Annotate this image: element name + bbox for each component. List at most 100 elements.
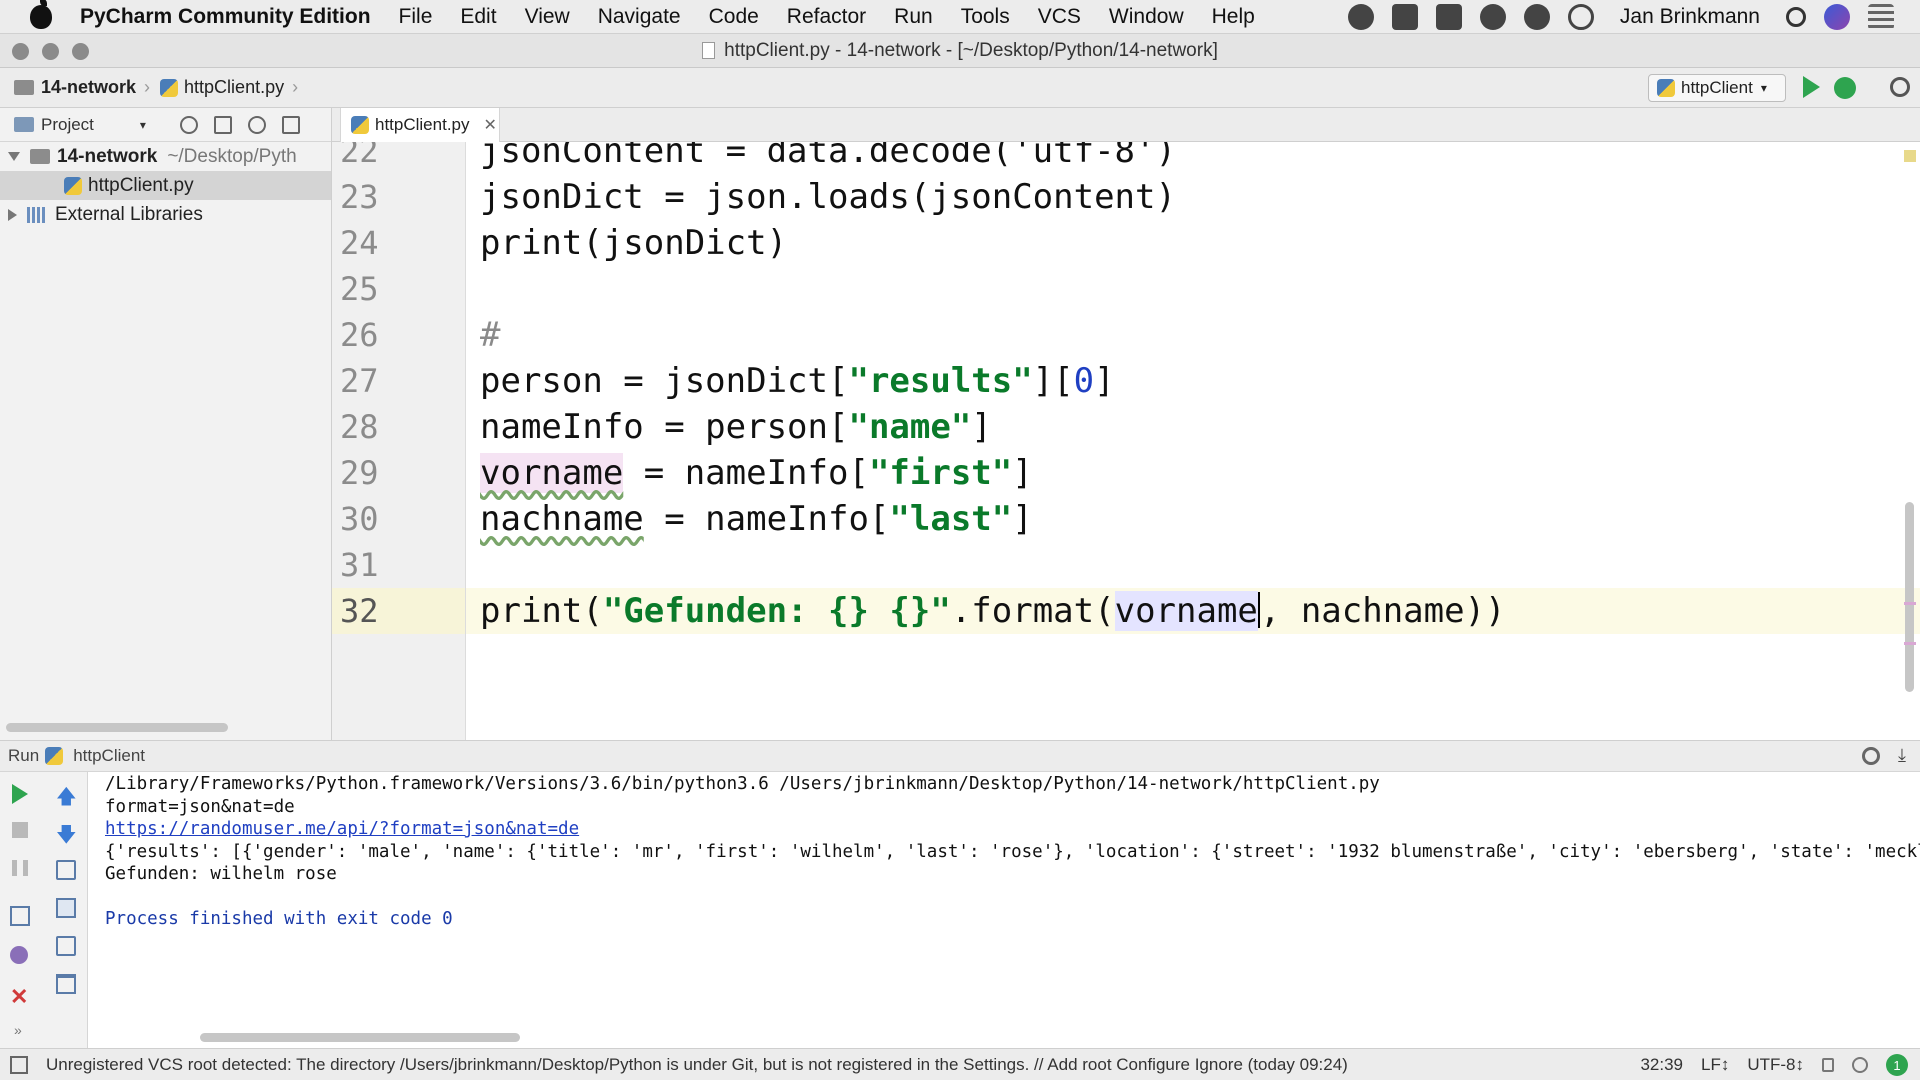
run-config-tab[interactable]: httpClient [73, 746, 145, 766]
menu-run[interactable]: Run [894, 5, 933, 29]
down-arrow-icon[interactable]: 🡇 [56, 820, 77, 846]
project-horizontal-scrollbar[interactable] [6, 723, 228, 732]
console-exit-line: Process finished with exit code 0 [105, 909, 453, 929]
run-configuration-select[interactable]: httpClient ▾ [1648, 74, 1786, 102]
status-message[interactable]: Unregistered VCS root detected: The dire… [46, 1055, 1348, 1075]
breadcrumb-file[interactable]: httpClient.py › [160, 77, 300, 98]
code-line-comment: # [480, 315, 501, 355]
tree-item-external-libraries[interactable]: External Libraries [0, 200, 331, 229]
tab-httpclient[interactable]: httpClient.py ✕ [340, 108, 500, 142]
editor-tab-bar: httpClient.py ✕ [332, 108, 1920, 142]
menubar-user[interactable]: Jan Brinkmann [1620, 5, 1760, 29]
file-encoding[interactable]: UTF-8↕ [1747, 1055, 1804, 1075]
python-file-icon [64, 176, 82, 195]
tray-clock-icon[interactable] [1567, 4, 1594, 30]
menu-code[interactable]: Code [709, 5, 759, 29]
lock-icon[interactable] [1822, 1058, 1834, 1072]
inspector-icon[interactable] [1852, 1057, 1868, 1073]
collapse-arrow-icon[interactable] [8, 208, 17, 221]
close-window-button[interactable] [12, 43, 29, 60]
menu-window[interactable]: Window [1109, 5, 1184, 29]
tray-creative-cloud-icon[interactable] [1347, 4, 1374, 30]
project-panel-toolbar [180, 116, 316, 134]
scroll-from-source-icon[interactable] [180, 116, 198, 134]
tool-windows-toggle-icon[interactable] [10, 1056, 28, 1074]
siri-icon[interactable] [1824, 4, 1850, 30]
apple-icon[interactable] [30, 0, 52, 29]
event-log-badge[interactable]: 1 [1886, 1054, 1908, 1076]
code-editor[interactable]: jsonContent = data.decode('utf-8') jsonD… [466, 142, 1920, 740]
tray-leaf-icon[interactable] [1479, 4, 1506, 30]
search-everywhere-icon[interactable] [1890, 77, 1910, 97]
error-stripe-mark[interactable] [1904, 642, 1916, 645]
print-icon[interactable] [56, 936, 76, 956]
python-icon [45, 747, 64, 765]
run-toolbar: 🡅 🡇 ✕ » [0, 772, 88, 1048]
menu-file[interactable]: File [399, 5, 433, 29]
console-link[interactable]: https://randomuser.me/api/?format=json&n… [88, 818, 1920, 841]
project-view-select[interactable]: Project [41, 115, 94, 135]
tray-chat-icon[interactable] [1523, 4, 1550, 30]
pause-icon[interactable] [12, 860, 28, 876]
collapse-all-icon[interactable] [214, 116, 232, 134]
close-tab-icon[interactable]: ✕ [484, 115, 497, 135]
tray-plus-icon[interactable] [1391, 4, 1418, 30]
line-number: 25 [340, 270, 379, 308]
line-separator[interactable]: LF↕ [1701, 1055, 1729, 1075]
menu-help[interactable]: Help [1212, 5, 1255, 29]
line-number: 22 [340, 142, 379, 170]
status-right-info: 32:39 LF↕ UTF-8↕ 1 [1622, 1049, 1908, 1081]
caret-position[interactable]: 32:39 [1640, 1055, 1683, 1075]
app-name-menu[interactable]: PyCharm Community Edition [80, 5, 371, 29]
hide-panel-icon[interactable] [282, 116, 300, 134]
breadcrumb-project[interactable]: 14-network › [14, 77, 152, 98]
project-panel-header: Project ▾ [0, 108, 331, 142]
up-arrow-icon[interactable]: 🡅 [56, 782, 77, 808]
zoom-window-button[interactable] [72, 43, 89, 60]
tree-item-project-root[interactable]: 14-network ~/Desktop/Pyth [0, 142, 331, 171]
run-button[interactable] [1803, 76, 1820, 98]
restore-layout-icon[interactable] [10, 906, 30, 926]
python-file-icon [160, 78, 179, 97]
run-console[interactable]: /Library/Frameworks/Python.framework/Ver… [88, 772, 1920, 1048]
run-panel-label: Run [8, 746, 40, 765]
expand-arrow-icon[interactable] [8, 152, 20, 161]
tree-item-httpclient-file[interactable]: httpClient.py [0, 171, 331, 200]
chevron-down-icon: ▾ [1760, 81, 1767, 95]
folder-icon [14, 80, 34, 95]
gear-icon[interactable] [1862, 747, 1880, 765]
status-bar: Unregistered VCS root detected: The dire… [0, 1048, 1920, 1080]
stop-icon[interactable] [12, 822, 28, 838]
console-line: format=json&nat=de [105, 796, 295, 817]
close-run-icon[interactable]: ✕ [10, 984, 30, 1009]
more-icon[interactable]: » [14, 1022, 34, 1042]
trash-icon[interactable] [56, 974, 76, 994]
menu-vcs[interactable]: VCS [1038, 5, 1081, 29]
window-title: httpClient.py - 14-network - [~/Desktop/… [724, 39, 1218, 61]
menu-tools[interactable]: Tools [961, 5, 1010, 29]
debug-bug-icon[interactable] [1834, 77, 1856, 99]
menu-view[interactable]: View [525, 5, 570, 29]
inspection-status-icon[interactable] [1904, 150, 1916, 162]
menu-refactor[interactable]: Refactor [787, 5, 866, 29]
chevron-down-icon[interactable]: ▾ [140, 118, 146, 132]
pin-icon[interactable] [10, 946, 28, 964]
rerun-icon[interactable] [12, 784, 28, 804]
line-number-current: 32 [332, 588, 465, 634]
code-line: jsonDict = json.loads(jsonContent) [480, 177, 1176, 217]
menu-navigate[interactable]: Navigate [598, 5, 681, 29]
project-view-icon [14, 117, 34, 132]
spotlight-search-icon[interactable] [1786, 7, 1806, 27]
hide-panel-icon[interactable]: ⤓ [1898, 745, 1906, 766]
project-tree: 14-network ~/Desktop/Pyth httpClient.py … [0, 142, 331, 229]
notification-center-icon[interactable] [1868, 4, 1894, 30]
minimize-window-button[interactable] [42, 43, 59, 60]
soft-wrap-icon[interactable] [56, 860, 76, 880]
console-horizontal-scrollbar[interactable] [200, 1033, 520, 1042]
error-stripe-mark[interactable] [1904, 602, 1916, 605]
editor-vertical-scrollbar[interactable] [1905, 502, 1914, 692]
gear-icon[interactable] [248, 116, 266, 134]
tray-clapper-icon[interactable] [1435, 4, 1462, 30]
menu-edit[interactable]: Edit [460, 5, 496, 29]
scroll-to-end-icon[interactable] [56, 898, 76, 918]
